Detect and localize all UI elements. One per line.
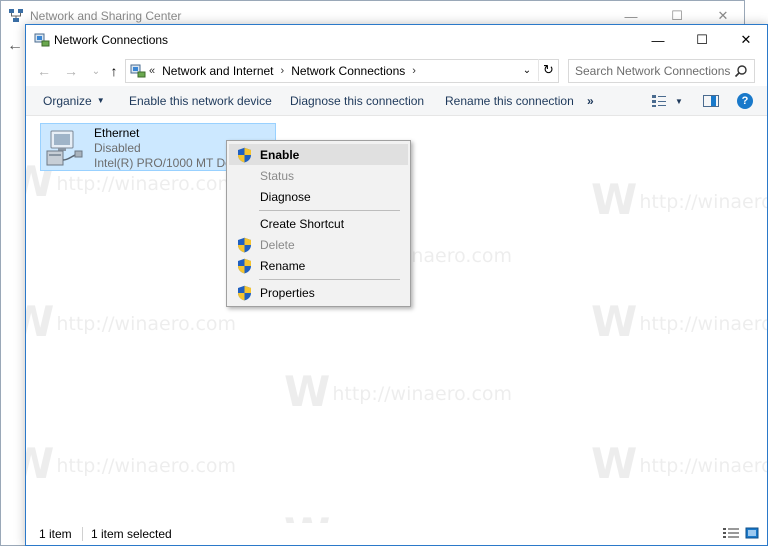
address-location-icon (130, 64, 146, 78)
menu-item-properties-label: Properties (260, 286, 315, 300)
address-dropdown-icon[interactable]: ⌄ (516, 59, 538, 81)
search-placeholder: Search Network Connections (575, 64, 731, 78)
forward-button[interactable]: → (62, 62, 80, 80)
menu-item-enable-label: Enable (260, 148, 300, 162)
search-icon[interactable] (734, 64, 748, 78)
watermark-text: http://winaero.com (332, 383, 513, 405)
breadcrumb-chevron-icon[interactable]: › (281, 65, 285, 77)
up-button[interactable]: ↑ (105, 62, 123, 80)
menu-item-status-label: Status (260, 169, 295, 183)
watermark-logo: W (284, 367, 331, 416)
menu-item-enable[interactable]: Enable (229, 144, 408, 165)
watermark-logo: W (26, 439, 55, 488)
selection-count: 1 item selected (91, 527, 172, 541)
watermark-text: http://winaero.com (639, 313, 767, 335)
status-divider (82, 527, 83, 541)
menu-separator (259, 210, 400, 211)
refresh-icon[interactable]: ↻ (538, 59, 558, 81)
back-button[interactable]: ← (35, 62, 53, 80)
menu-item-delete-label: Delete (260, 238, 295, 252)
diagnose-connection-button[interactable]: Diagnose this connection (290, 94, 424, 108)
organize-button[interactable]: Organize ▼ (43, 94, 105, 108)
watermark-text: http://winaero.com (56, 455, 237, 477)
menu-separator (259, 279, 400, 280)
network-connections-icon (34, 33, 50, 47)
menu-item-create-shortcut-label: Create Shortcut (260, 217, 345, 231)
watermark: Whttp://winaero.com (591, 297, 767, 346)
watermark-text: http://winaero.com (639, 191, 767, 213)
menu-item-diagnose-label: Diagnose (260, 190, 311, 204)
window-title: Network Connections (54, 33, 169, 47)
connection-status: Disabled (94, 141, 141, 155)
context-menu: Enable Status Diagnose Create Shortcut D… (226, 140, 411, 307)
watermark: Whttp://winaero.com (26, 297, 236, 346)
watermark: Whttp://winaero.com (591, 175, 767, 224)
view-switcher (723, 527, 759, 539)
watermark-logo: W (591, 439, 638, 488)
menu-item-create-shortcut[interactable]: Create Shortcut (229, 213, 408, 234)
breadcrumb-network-and-internet[interactable]: Network and Internet (162, 64, 273, 78)
watermark-logo: W (591, 175, 638, 224)
watermark: Whttp://winaero.com (591, 439, 767, 488)
close-button[interactable]: ✕ (724, 25, 768, 55)
watermark: Whttp://winaero.com (284, 367, 512, 416)
menu-item-properties[interactable]: Properties (229, 282, 408, 303)
shield-icon (238, 147, 251, 163)
chevron-down-icon: ▼ (96, 96, 105, 105)
watermark: Whttp://winaero.com (284, 509, 512, 523)
preview-pane-icon[interactable] (703, 95, 719, 107)
network-adapter-icon (46, 130, 83, 166)
rename-connection-button[interactable]: Rename this connection (445, 94, 574, 108)
large-icons-view-icon[interactable] (745, 527, 759, 539)
network-center-icon (9, 9, 23, 22)
menu-item-rename-label: Rename (260, 259, 306, 273)
titlebar: Network Connections — ☐ ✕ (26, 25, 767, 55)
organize-label: Organize (43, 94, 92, 108)
address-bar[interactable]: « Network and Internet › Network Connect… (125, 59, 559, 83)
change-view-icon[interactable] (651, 94, 667, 108)
status-bar: 1 item 1 item selected (26, 523, 767, 545)
watermark-logo: W (591, 297, 638, 346)
bg-back-button[interactable]: ← (7, 37, 23, 55)
breadcrumb-network-connections[interactable]: Network Connections (291, 64, 405, 78)
address-overflow-icon[interactable]: « (149, 65, 155, 77)
shield-icon (238, 258, 251, 274)
watermark-text: http://winaero.com (639, 455, 767, 477)
recent-locations-button[interactable]: ⌄ (87, 62, 105, 80)
watermark-text: http://winaero.com (56, 313, 237, 335)
more-commands-button[interactable]: » (587, 94, 594, 108)
details-view-icon[interactable] (723, 527, 739, 539)
item-count: 1 item (39, 527, 72, 541)
connection-name: Ethernet (94, 126, 140, 140)
maximize-button[interactable]: ☐ (680, 25, 724, 55)
menu-item-rename[interactable]: Rename (229, 255, 408, 276)
menu-item-delete[interactable]: Delete (229, 234, 408, 255)
view-options-chevron-icon[interactable]: ▼ (675, 97, 683, 106)
enable-device-button[interactable]: Enable this network device (129, 94, 272, 108)
menu-item-diagnose[interactable]: Diagnose (229, 186, 408, 207)
watermark-logo: W (26, 297, 55, 346)
help-icon[interactable]: ? (737, 93, 753, 109)
watermark-logo: W (284, 509, 330, 523)
watermark: Whttp://winaero.com (26, 439, 236, 488)
address-row: ← → ⌄ ↑ « Network and Internet › Network… (26, 56, 767, 86)
minimize-button[interactable]: — (636, 25, 680, 55)
watermark-text: http://winaero.com (56, 173, 237, 195)
background-window-title: Network and Sharing Center (30, 9, 182, 23)
shield-icon (238, 285, 251, 301)
menu-item-status[interactable]: Status (229, 165, 408, 186)
shield-icon (238, 237, 251, 253)
command-bar: Organize ▼ Enable this network device Dia… (26, 86, 767, 116)
search-input[interactable]: Search Network Connections (568, 59, 755, 83)
breadcrumb-chevron-icon[interactable]: › (412, 65, 416, 77)
